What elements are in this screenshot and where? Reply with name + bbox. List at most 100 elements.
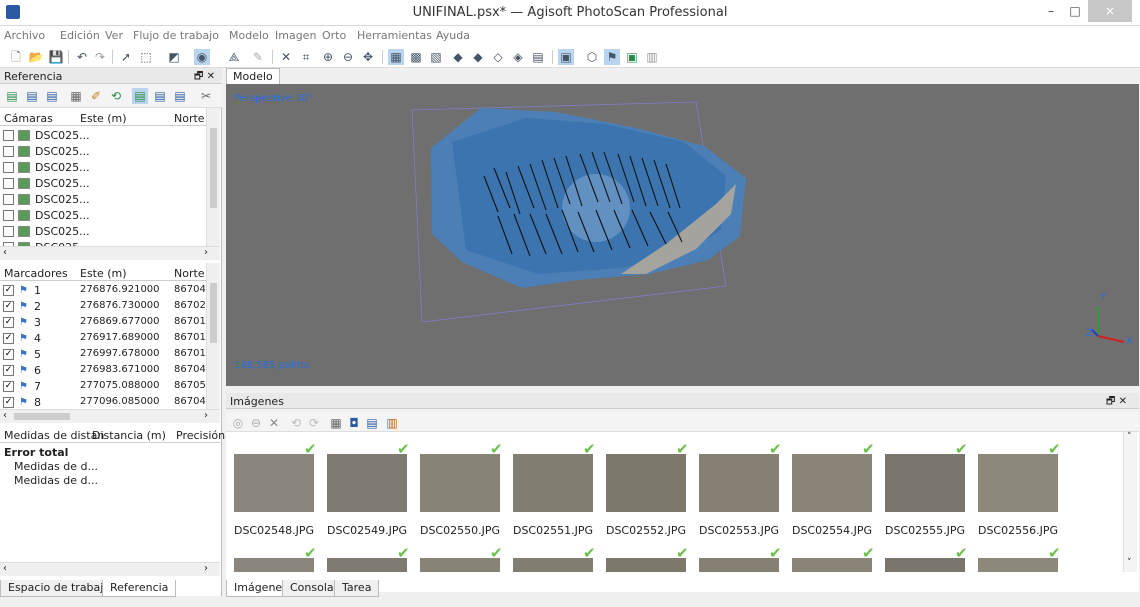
marker-checkbox[interactable]: ✓ — [3, 317, 14, 328]
tab-model[interactable]: Modelo — [226, 68, 280, 84]
model-viewport[interactable]: Perspective 30° 168,585 points Y X Z — [226, 84, 1139, 386]
new-icon[interactable]: 🗋 — [8, 49, 24, 65]
image-thumbnail[interactable] — [606, 558, 686, 572]
menu-edicion[interactable]: Edición — [60, 29, 100, 42]
distances-hscroll[interactable]: ‹ › — [0, 562, 220, 576]
image-thumbnail[interactable] — [234, 558, 314, 572]
menu-modelo[interactable]: Modelo — [229, 29, 269, 42]
marker-checkbox[interactable]: ✓ — [3, 333, 14, 344]
image-thumbnail[interactable] — [606, 454, 686, 512]
menu-imagen[interactable]: Imagen — [275, 29, 316, 42]
mesh-icon[interactable]: ▧ — [428, 49, 444, 65]
image-thumbnail[interactable] — [978, 454, 1058, 512]
menu-ayuda[interactable]: Ayuda — [436, 29, 470, 42]
zoom-in-icon[interactable]: ⊕ — [320, 49, 336, 65]
marker-este-col[interactable]: Este (m) — [80, 267, 127, 280]
image-thumbnail[interactable] — [420, 558, 500, 572]
norte-col[interactable]: Norte — [174, 112, 205, 125]
camera-checkbox[interactable] — [3, 210, 14, 221]
enable-icon[interactable]: ◎ — [230, 415, 246, 431]
navigation-icon[interactable]: ◩ — [166, 49, 182, 65]
marker-norte-col[interactable]: Norte — [174, 267, 205, 280]
close-button[interactable]: × — [1088, 0, 1132, 22]
camera-checkbox[interactable] — [3, 130, 14, 141]
marker-checkbox[interactable]: ✓ — [3, 285, 14, 296]
camera-row[interactable]: DSC025... — [0, 176, 206, 191]
brush-icon[interactable]: ✎ — [250, 49, 266, 65]
points-icon[interactable]: ▦ — [388, 49, 404, 65]
show-markers-icon[interactable]: ⚑ — [604, 49, 620, 65]
image-thumbnail[interactable] — [885, 454, 965, 512]
rect-select-icon[interactable]: ⬚ — [138, 49, 154, 65]
camera-row[interactable]: DSC025... — [0, 192, 206, 207]
undo-icon[interactable]: ↶ — [74, 49, 90, 65]
marker-row[interactable]: ✓ ⚑ 6 276983.671000 867041 — [0, 363, 212, 378]
cameras-vscroll[interactable] — [206, 108, 220, 246]
update-icon[interactable]: ⟲ — [108, 88, 124, 104]
show-cameras-icon[interactable]: ▣ — [558, 49, 574, 65]
distancia-col[interactable]: Distancia (m) — [92, 429, 166, 442]
redo-icon[interactable]: ↷ — [92, 49, 108, 65]
menu-orto[interactable]: Orto — [322, 29, 346, 42]
este-col[interactable]: Este (m) — [80, 112, 127, 125]
image-thumbnail[interactable] — [513, 558, 593, 572]
remove-icon[interactable]: ✕ — [266, 415, 282, 431]
camera-checkbox[interactable] — [3, 162, 14, 173]
minimize-button[interactable]: – — [1040, 0, 1062, 22]
view-source-icon[interactable]: ▤ — [132, 88, 148, 104]
camera-row[interactable]: DSC025... — [0, 208, 206, 223]
marker-checkbox[interactable]: ✓ — [3, 381, 14, 392]
view-errors-icon[interactable]: ▤ — [172, 88, 188, 104]
menu-archivo[interactable]: Archivo — [4, 29, 45, 42]
pointer-icon[interactable]: ➚ — [118, 49, 134, 65]
distance-row[interactable]: Error total — [0, 445, 206, 460]
image-thumbnail[interactable] — [792, 558, 872, 572]
camera-row[interactable]: DSC025... — [0, 160, 206, 175]
marker-checkbox[interactable]: ✓ — [3, 397, 14, 408]
maximize-button[interactable]: □ — [1064, 0, 1086, 22]
image-thumbnail[interactable] — [885, 558, 965, 572]
cameras-col[interactable]: Cámaras — [4, 112, 53, 125]
camera-checkbox[interactable] — [3, 178, 14, 189]
crop-icon[interactable]: ⌗ — [298, 49, 314, 65]
marker-row[interactable]: ✓ ⚑ 3 276869.677000 867014 — [0, 315, 212, 330]
images-pin-close-icon[interactable]: 🗗 ✕ — [1106, 394, 1127, 411]
image-thumbnail[interactable] — [699, 454, 779, 512]
optimize-icon[interactable]: ✐ — [88, 88, 104, 104]
shaded-icon[interactable]: ◆ — [450, 49, 466, 65]
image-thumbnail[interactable] — [792, 454, 872, 512]
move-icon[interactable]: ✥ — [360, 49, 376, 65]
image-thumbnail[interactable] — [699, 558, 779, 572]
show-region-icon[interactable]: ▣ — [624, 49, 640, 65]
details-icon[interactable]: ▤ — [364, 415, 380, 431]
open-icon[interactable]: 📂 — [28, 49, 44, 65]
disable-icon[interactable]: ⊖ — [248, 415, 264, 431]
precision-col[interactable]: Precisión — [176, 429, 225, 442]
filter-icon[interactable]: ▦ — [328, 415, 344, 431]
image-thumbnail[interactable] — [513, 454, 593, 512]
distance-row[interactable]: Medidas de d... — [0, 473, 206, 488]
dense-cloud-icon[interactable]: ▩ — [408, 49, 424, 65]
delete-icon[interactable]: ✕ — [278, 49, 294, 65]
marker-checkbox[interactable]: ✓ — [3, 365, 14, 376]
image-thumbnail[interactable] — [420, 454, 500, 512]
menu-flujo[interactable]: Flujo de trabajo — [133, 29, 219, 42]
tab-task[interactable]: Tarea — [334, 580, 380, 597]
solid-icon[interactable]: ◆ — [470, 49, 486, 65]
marker-row[interactable]: ✓ ⚑ 7 277075.088000 867053 — [0, 379, 212, 394]
view-icon[interactable]: ◘ — [346, 415, 362, 431]
tiled-icon[interactable]: ▤ — [530, 49, 546, 65]
import-icon[interactable]: ▤ — [4, 88, 20, 104]
marker-row[interactable]: ✓ ⚑ 4 276917.689000 867012 — [0, 331, 212, 346]
zoom-out-icon[interactable]: ⊖ — [340, 49, 356, 65]
image-thumbnail[interactable] — [327, 454, 407, 512]
rotate-left-icon[interactable]: ⟲ — [288, 415, 304, 431]
menu-herramientas[interactable]: Herramientas — [357, 29, 432, 42]
marker-row[interactable]: ✓ ⚑ 1 276876.921000 867041 — [0, 283, 212, 298]
wireframe-icon[interactable]: ◇ — [490, 49, 506, 65]
tab-console[interactable]: Consola — [282, 580, 342, 597]
model-view-icon[interactable]: ◉ — [194, 49, 210, 65]
marker-row[interactable]: ✓ ⚑ 2 276876.730000 867029 — [0, 299, 212, 314]
textured-icon[interactable]: ◈ — [510, 49, 526, 65]
markers-col[interactable]: Marcadores — [4, 267, 68, 280]
